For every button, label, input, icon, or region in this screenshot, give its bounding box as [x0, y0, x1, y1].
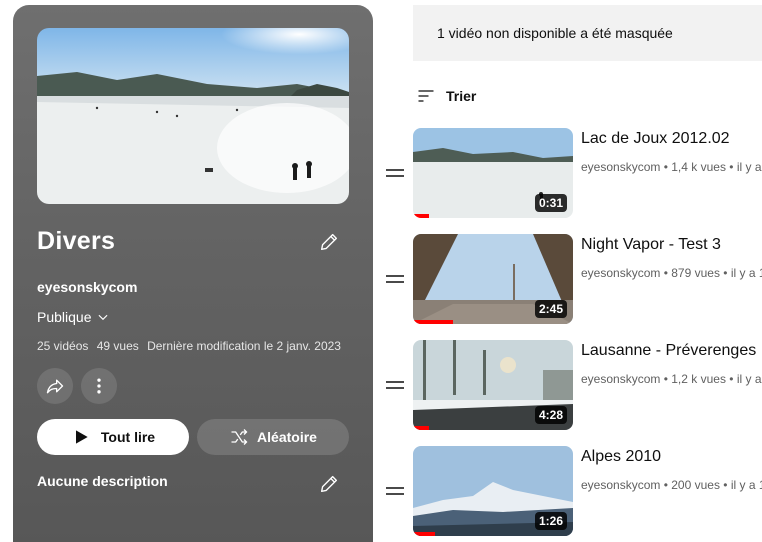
- play-all-label: Tout lire: [100, 429, 156, 445]
- privacy-dropdown[interactable]: Publique: [37, 309, 110, 325]
- video-channel[interactable]: eyesonskycom: [581, 478, 660, 492]
- drag-handle-icon[interactable]: [385, 166, 405, 180]
- video-meta: eyesonskycom • 200 vues • il y a 1: [581, 478, 762, 492]
- watch-progress-bar: [413, 320, 453, 324]
- playlist-header-panel: Divers eyesonskycom Publique 25 vidéos 4…: [13, 5, 373, 542]
- list-item[interactable]: 0:31 Lac de Joux 2012.02 eyesonskycom • …: [385, 128, 762, 220]
- video-channel[interactable]: eyesonskycom: [581, 160, 660, 174]
- shuffle-button[interactable]: Aléatoire: [197, 419, 349, 455]
- play-all-button[interactable]: Tout lire: [37, 419, 189, 455]
- video-meta: eyesonskycom • 1,4 k vues • il y a: [581, 160, 762, 174]
- playlist-title: Divers: [37, 227, 116, 255]
- video-title[interactable]: Lausanne - Préverenges: [581, 342, 756, 360]
- privacy-label: Publique: [37, 309, 92, 325]
- drag-handle-icon[interactable]: [385, 484, 405, 498]
- video-duration: 1:26: [534, 512, 567, 530]
- drag-handle-icon[interactable]: [385, 378, 405, 392]
- edit-description-button[interactable]: [318, 473, 342, 497]
- hidden-video-notice: 1 vidéo non disponible a été masquée: [413, 5, 762, 61]
- shuffle-icon: [231, 429, 248, 445]
- list-item[interactable]: 1:26 Alpes 2010 eyesonskycom • 200 vues …: [385, 446, 762, 538]
- video-meta: eyesonskycom • 1,2 k vues • il y a: [581, 372, 762, 386]
- video-thumbnail[interactable]: 0:31: [413, 128, 573, 218]
- chevron-down-icon: [98, 314, 107, 321]
- video-meta: eyesonskycom • 879 vues • il y a 1: [581, 266, 762, 280]
- video-title[interactable]: Lac de Joux 2012.02: [581, 130, 730, 148]
- pencil-icon: [320, 233, 338, 251]
- drag-handle-icon[interactable]: [385, 272, 405, 286]
- video-title[interactable]: Night Vapor - Test 3: [581, 236, 721, 254]
- share-button[interactable]: [37, 368, 73, 404]
- play-icon: [75, 430, 88, 444]
- playlist-description: Aucune description: [37, 473, 168, 489]
- video-views: 200 vues • il y a 1: [671, 478, 762, 492]
- sort-label: Trier: [446, 88, 477, 104]
- video-duration: 0:31: [534, 194, 567, 212]
- view-count: 49 vues: [96, 339, 139, 353]
- playlist-owner[interactable]: eyesonskycom: [37, 279, 137, 295]
- video-views: 1,2 k vues • il y a: [671, 372, 762, 386]
- share-icon: [46, 379, 64, 394]
- edit-title-button[interactable]: [318, 231, 342, 255]
- sort-button[interactable]: Trier: [416, 86, 476, 106]
- watch-progress-bar: [413, 426, 429, 430]
- video-duration: 4:28: [534, 406, 567, 424]
- video-title[interactable]: Alpes 2010: [581, 448, 661, 466]
- sort-icon: [418, 90, 434, 102]
- more-vert-icon: [97, 378, 101, 394]
- pencil-icon: [320, 475, 338, 493]
- video-thumbnail[interactable]: 4:28: [413, 340, 573, 430]
- video-thumbnail[interactable]: 1:26: [413, 446, 573, 536]
- video-thumbnail[interactable]: 2:45: [413, 234, 573, 324]
- video-duration: 2:45: [534, 300, 567, 318]
- watch-progress-bar: [413, 532, 436, 536]
- playlist-cover-thumbnail[interactable]: [37, 28, 349, 204]
- video-channel[interactable]: eyesonskycom: [581, 266, 660, 280]
- video-count: 25 vidéos: [37, 339, 89, 353]
- watch-progress-bar: [413, 214, 429, 218]
- shuffle-label: Aléatoire: [257, 429, 317, 445]
- more-actions-button[interactable]: [81, 368, 117, 404]
- playlist-stats: 25 vidéos 49 vues Dernière modification …: [37, 339, 346, 353]
- video-channel[interactable]: eyesonskycom: [581, 372, 660, 386]
- list-item[interactable]: 4:28 Lausanne - Préverenges eyesonskycom…: [385, 340, 762, 432]
- video-views: 879 vues • il y a 1: [671, 266, 762, 280]
- last-modified: Dernière modification le 2 janv. 2023: [147, 339, 341, 353]
- list-item[interactable]: 2:45 Night Vapor - Test 3 eyesonskycom •…: [385, 234, 762, 326]
- video-views: 1,4 k vues • il y a: [671, 160, 762, 174]
